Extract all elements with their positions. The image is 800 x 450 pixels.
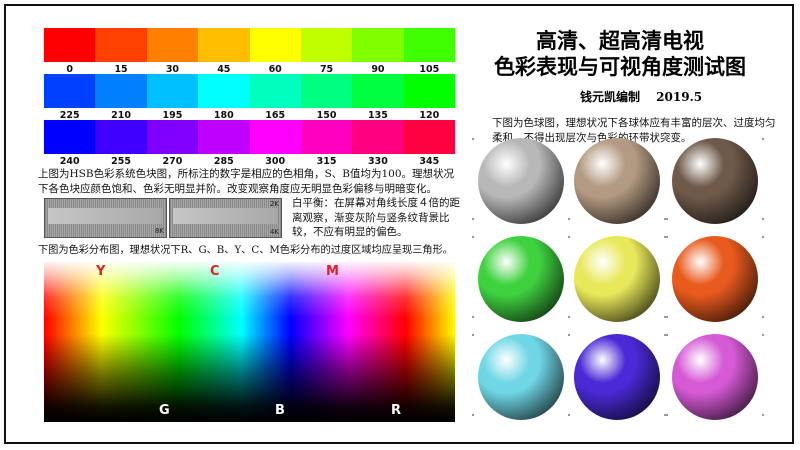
hue-swatch-75	[300, 28, 353, 62]
sphere-marker	[472, 414, 474, 416]
sphere-marker	[568, 414, 570, 416]
hue-swatch-30	[146, 28, 199, 62]
hue-swatch-0	[44, 28, 96, 62]
label-2k: 2K	[269, 200, 279, 208]
hue-label-300: 300	[265, 156, 286, 167]
hue-swatch-135	[352, 74, 404, 108]
label-g: G	[159, 403, 170, 418]
sphere-marker	[472, 236, 474, 238]
sphere-marker	[666, 316, 668, 318]
hue-row-3	[44, 120, 455, 154]
hue-label-285: 285	[213, 156, 234, 167]
sphere-marker	[568, 334, 570, 336]
label-b: B	[275, 403, 285, 418]
sphere-marker	[762, 138, 764, 140]
hue-label-330: 330	[368, 156, 388, 167]
hue-label-315: 315	[316, 156, 337, 167]
sphere-marker	[762, 218, 764, 220]
sphere-marker	[568, 236, 570, 238]
hue-label-255: 255	[111, 156, 131, 167]
hue-swatch-285	[198, 120, 250, 154]
color-map-note: 下图为色彩分布图，理想状况下R、G、B、Y、C、M色彩分布的过度区域均应呈现三角…	[38, 245, 453, 256]
hue-swatch-195	[146, 74, 199, 108]
hue-label-345: 345	[419, 156, 440, 167]
hue-swatch-180	[198, 74, 250, 108]
cyan-sphere	[478, 334, 564, 420]
color-distribution-map: Y C M G B R	[44, 262, 455, 422]
hue-row-1	[44, 28, 455, 62]
hue-swatch-345	[403, 120, 455, 154]
label-y: Y	[96, 264, 106, 279]
hue-swatch-15	[95, 28, 147, 62]
hue-swatch-330	[352, 120, 404, 154]
hue-swatch-90	[352, 28, 404, 62]
sphere-marker	[762, 316, 764, 318]
sphere-marker	[472, 334, 474, 336]
sphere-marker	[568, 138, 570, 140]
label-4k: 4K	[269, 228, 279, 236]
black-overlay	[44, 262, 455, 422]
hue-labels-3: 240 255 270 285 300 315 330 345	[44, 156, 455, 167]
sphere-marker	[762, 236, 764, 238]
gray-ramp-2k-4k-bar	[173, 208, 278, 224]
sphere-marker	[762, 414, 764, 416]
label-8k: 8K	[154, 227, 164, 235]
hue-swatch-270	[146, 120, 199, 154]
hue-swatch-225	[44, 74, 96, 108]
sphere-marker	[472, 316, 474, 318]
sphere-marker	[472, 138, 474, 140]
gray-sphere	[478, 138, 564, 224]
blue-violet-sphere	[574, 334, 660, 420]
orange-sphere	[672, 236, 758, 322]
hue-row-2	[44, 74, 455, 108]
hue-swatch-165	[249, 74, 301, 108]
hue-swatch-300	[249, 120, 301, 154]
hue-swatch-255	[95, 120, 147, 154]
hue-swatch-105	[403, 28, 455, 62]
hue-swatch-240	[44, 120, 96, 154]
hue-label-270: 270	[162, 156, 183, 167]
sphere-marker	[666, 334, 668, 336]
brown-sphere	[672, 138, 758, 224]
hue-swatch-210	[95, 74, 147, 108]
sphere-marker	[568, 218, 570, 220]
sphere-marker	[472, 218, 474, 220]
magenta-sphere	[672, 334, 758, 420]
label-c: C	[210, 264, 220, 279]
sphere-marker	[666, 414, 668, 416]
title-line-1: 高清、超高清电视	[536, 28, 704, 53]
hue-swatch-315	[300, 120, 353, 154]
hue-swatch-45	[198, 28, 250, 62]
hue-label-240: 240	[59, 156, 80, 167]
label-r: R	[391, 403, 402, 418]
hue-swatch-60	[249, 28, 301, 62]
sphere-marker	[666, 236, 668, 238]
gray-ramp-8k-bar	[48, 208, 163, 224]
sphere-marker	[762, 334, 764, 336]
tan-sphere	[574, 138, 660, 224]
sphere-marker	[568, 316, 570, 318]
sphere-marker	[666, 218, 668, 220]
gray-ramp-2k-4k: 2K 4K	[169, 198, 282, 238]
hue-swatch-120	[403, 74, 455, 108]
yellow-sphere	[574, 236, 660, 322]
sphere-marker	[666, 138, 668, 140]
author-date: 钱元凯编制 2019.5	[580, 90, 703, 104]
hsb-note: 上图为HSB色彩系统色块图，所标注的数字是相应的色相角，S、B值均为100。理想…	[38, 168, 455, 195]
green-sphere	[478, 236, 564, 322]
title-line-2: 色彩表现与可视角度测试图	[494, 54, 746, 79]
gray-ramp-8k: 8K	[44, 198, 167, 238]
white-balance-note: 白平衡：在屏幕对角线长度４倍的距离观察，渐变灰阶与竖条纹背景比较，不应有明显的偏…	[292, 197, 460, 238]
label-m: M	[326, 264, 339, 279]
hue-swatch-150	[300, 74, 353, 108]
